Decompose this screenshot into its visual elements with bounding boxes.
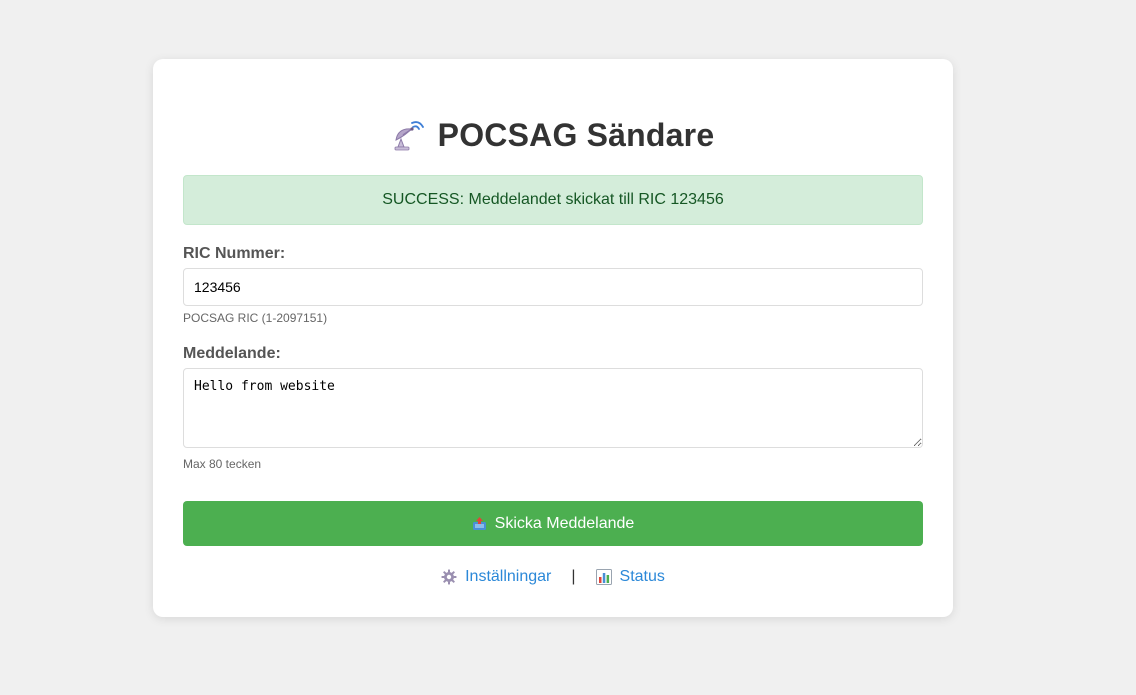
send-message-label: Skicka Meddelande [494, 514, 635, 532]
outbox-tray-icon [472, 516, 487, 531]
gear-icon [441, 569, 457, 585]
page-title: POCSAG Sändare [437, 116, 715, 153]
success-alert-text: SUCCESS: Meddelandet skickat till RIC 12… [382, 191, 724, 208]
satellite-antenna-icon [392, 118, 424, 152]
footer-links: Inställningar | Status [153, 564, 953, 590]
message-label: Meddelande: [183, 345, 281, 362]
settings-link-label: Inställningar [465, 568, 552, 585]
status-link-label: Status [619, 568, 665, 585]
ric-input[interactable] [183, 268, 923, 306]
page-header: POCSAG Sändare [153, 115, 953, 155]
success-alert: SUCCESS: Meddelandet skickat till RIC 12… [183, 175, 923, 225]
bar-chart-icon [595, 569, 612, 585]
ric-label: RIC Nummer: [183, 245, 286, 262]
link-separator: | [571, 568, 576, 585]
message-textarea[interactable]: Hello from website [183, 368, 923, 448]
main-card: POCSAG Sändare SUCCESS: Meddelandet skic… [153, 59, 953, 617]
settings-link[interactable]: Inställningar [441, 568, 551, 586]
message-help-text: Max 80 tecken [183, 457, 262, 471]
send-message-button[interactable]: Skicka Meddelande [183, 501, 923, 546]
status-link[interactable]: Status [595, 568, 665, 586]
ric-help-text: POCSAG RIC (1-2097151) [183, 311, 328, 325]
